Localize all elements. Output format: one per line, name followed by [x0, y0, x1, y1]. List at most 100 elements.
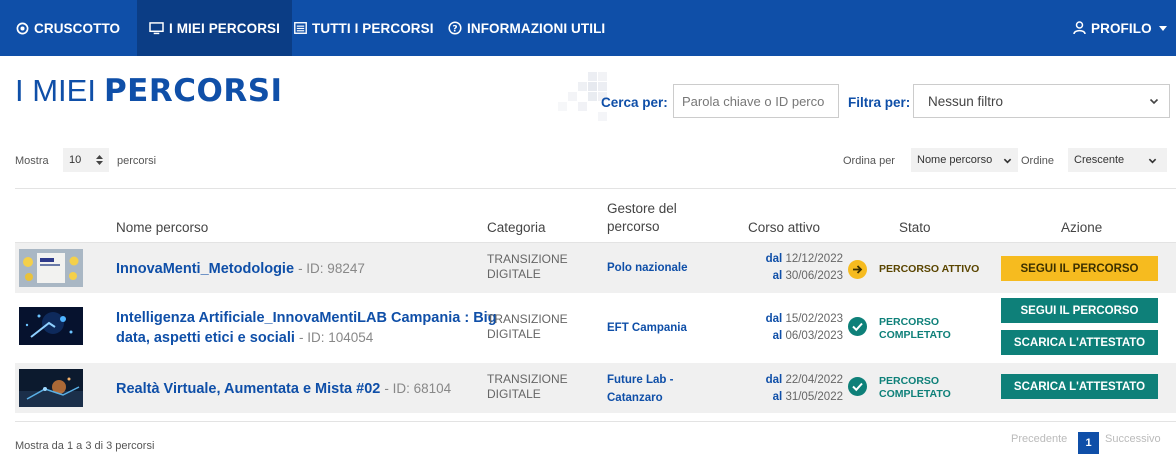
header-manager-line1: Gestore del: [607, 201, 677, 216]
monitor-icon: [149, 21, 164, 34]
list-icon: [294, 22, 307, 34]
course-title-link[interactable]: Realtà Virtuale, Aumentata e Mista #02 -…: [116, 379, 451, 399]
course-manager: Future Lab - Catanzaro: [607, 371, 673, 407]
category-line1: TRANSIZIONE: [487, 372, 568, 386]
filter-label: Filtra per:: [848, 95, 911, 110]
status-badge: PERCORSO ATTIVO: [879, 263, 980, 275]
course-title-link[interactable]: Intelligenza Artificiale_InnovaMentiLAB …: [116, 308, 497, 348]
show-label: Mostra: [15, 155, 49, 167]
date-from: 22/04/2022: [785, 374, 843, 386]
date-from-label: dal: [765, 313, 783, 325]
nav-info[interactable]: ? INFORMAZIONI UTILI: [448, 0, 605, 56]
course-title: Realtà Virtuale, Aumentata e Mista #02: [116, 381, 381, 397]
page-title-thin: I MIEI: [15, 73, 96, 108]
order-value: Crescente: [1074, 154, 1125, 166]
nav-all-courses-label: TUTTI I PERCORSI: [312, 20, 434, 36]
status-line1: PERCORSO: [879, 316, 940, 328]
course-dates: dal 22/04/2022 al 31/05/2022: [740, 372, 843, 406]
table-row: InnovaMenti_Metodologie - ID: 98247 TRAN…: [15, 243, 1176, 293]
table-row: Realtà Virtuale, Aumentata e Mista #02 -…: [15, 363, 1176, 413]
caret-down-icon: [1158, 25, 1167, 31]
nav-my-courses[interactable]: I MIEI PERCORSI: [137, 0, 293, 56]
category-line1: TRANSIZIONE: [487, 312, 568, 326]
check-circle-icon: [848, 317, 867, 336]
course-title-line2: data, aspetti etici e sociali: [116, 330, 295, 346]
download-certificate-button[interactable]: SCARICA L'ATTESTATO: [1001, 374, 1158, 399]
header-manager[interactable]: Gestore del percorso: [607, 200, 677, 236]
sort-select[interactable]: Nome percorso: [911, 148, 1018, 172]
date-to: 31/05/2022: [785, 391, 843, 403]
manager-line2: Catanzaro: [607, 392, 663, 404]
decorative-pattern: [558, 72, 607, 121]
filter-select[interactable]: Nessun filtro: [913, 84, 1170, 118]
search-label: Cerca per:: [601, 95, 668, 110]
chevron-down-icon: [1003, 158, 1012, 164]
pagination-prev[interactable]: Precedente: [1011, 433, 1067, 445]
page-size-select[interactable]: 10: [63, 148, 109, 172]
course-title-link[interactable]: InnovaMenti_Metodologie - ID: 98247: [116, 259, 365, 279]
search-placeholder: Parola chiave o ID perco: [682, 93, 825, 109]
header-name[interactable]: Nome percorso: [116, 219, 208, 237]
header-status[interactable]: Stato: [899, 219, 931, 237]
download-certificate-button[interactable]: SCARICA L'ATTESTATO: [1001, 330, 1158, 355]
dashboard-icon: [16, 22, 29, 34]
course-manager: Polo nazionale: [607, 262, 688, 274]
course-thumbnail: [19, 307, 83, 345]
order-select[interactable]: Crescente: [1068, 148, 1167, 172]
date-from: 15/02/2023: [785, 313, 843, 325]
header-manager-line2: percorso: [607, 219, 660, 234]
page-title: I MIEI PERCORSI: [15, 73, 283, 109]
sort-value: Nome percorso: [917, 154, 993, 166]
date-to: 30/06/2023: [785, 270, 843, 282]
manager-line1: Future Lab -: [607, 374, 674, 386]
user-icon: [1073, 21, 1086, 35]
search-input[interactable]: Parola chiave o ID perco: [673, 84, 839, 118]
profile-label: PROFILO: [1091, 20, 1152, 36]
chevron-down-icon: [1148, 158, 1157, 164]
course-thumbnail: [19, 369, 83, 407]
table-row: Intelligenza Artificiale_InnovaMentiLAB …: [15, 294, 1176, 358]
help-icon: ?: [448, 21, 462, 35]
course-category: TRANSIZIONE DIGITALE: [487, 312, 568, 342]
top-navbar: CRUSCOTTO I MIEI PERCORSI TUTTI I PERCOR…: [0, 0, 1176, 56]
pagination-next[interactable]: Successivo: [1105, 433, 1161, 445]
pagination-page[interactable]: 1: [1078, 432, 1099, 454]
category-line1: TRANSIZIONE: [487, 252, 568, 266]
course-category: TRANSIZIONE DIGITALE: [487, 372, 568, 402]
header-active[interactable]: Corso attivo: [748, 219, 820, 237]
header-category[interactable]: Categoria: [487, 219, 546, 237]
page-title-bold: PERCORSI: [103, 73, 283, 109]
profile-menu[interactable]: PROFILO: [1073, 0, 1172, 56]
date-from: 12/12/2022: [785, 253, 843, 265]
arrow-right-icon: [848, 260, 867, 279]
status-badge: PERCORSO COMPLETATO: [879, 375, 951, 401]
course-id: - ID: 98247: [298, 261, 365, 276]
status-line1: PERCORSO: [879, 375, 940, 387]
date-from-label: dal: [765, 374, 783, 386]
chevron-down-icon: [1149, 98, 1159, 105]
sort-label: Ordina per: [843, 155, 895, 167]
order-label: Ordine: [1021, 155, 1055, 167]
status-badge: PERCORSO COMPLETATO: [879, 316, 951, 342]
nav-dashboard[interactable]: CRUSCOTTO: [16, 0, 120, 56]
nav-info-label: INFORMAZIONI UTILI: [467, 20, 606, 36]
divider: [15, 188, 1176, 189]
course-category: TRANSIZIONE DIGITALE: [487, 252, 568, 282]
course-manager: EFT Campania: [607, 322, 687, 334]
nav-all-courses[interactable]: TUTTI I PERCORSI: [294, 0, 434, 56]
date-to-label: al: [772, 270, 783, 282]
course-thumbnail: [19, 249, 83, 287]
category-line2: DIGITALE: [487, 267, 541, 281]
course-title: InnovaMenti_Metodologie: [116, 261, 295, 277]
status-line2: COMPLETATO: [879, 329, 951, 341]
course-dates: dal 15/02/2023 al 06/03/2023: [740, 311, 843, 345]
follow-course-button[interactable]: SEGUI IL PERCORSO: [1001, 256, 1158, 281]
date-to-label: al: [772, 391, 783, 403]
show-suffix: percorsi: [117, 155, 157, 167]
category-line2: DIGITALE: [487, 327, 541, 341]
filter-value: Nessun filtro: [928, 93, 1004, 109]
follow-course-button[interactable]: SEGUI IL PERCORSO: [1001, 298, 1158, 323]
status-line2: COMPLETATO: [879, 388, 951, 400]
course-dates: dal 12/12/2022 al 30/06/2023: [740, 251, 843, 285]
nav-my-courses-label: I MIEI PERCORSI: [169, 20, 281, 36]
